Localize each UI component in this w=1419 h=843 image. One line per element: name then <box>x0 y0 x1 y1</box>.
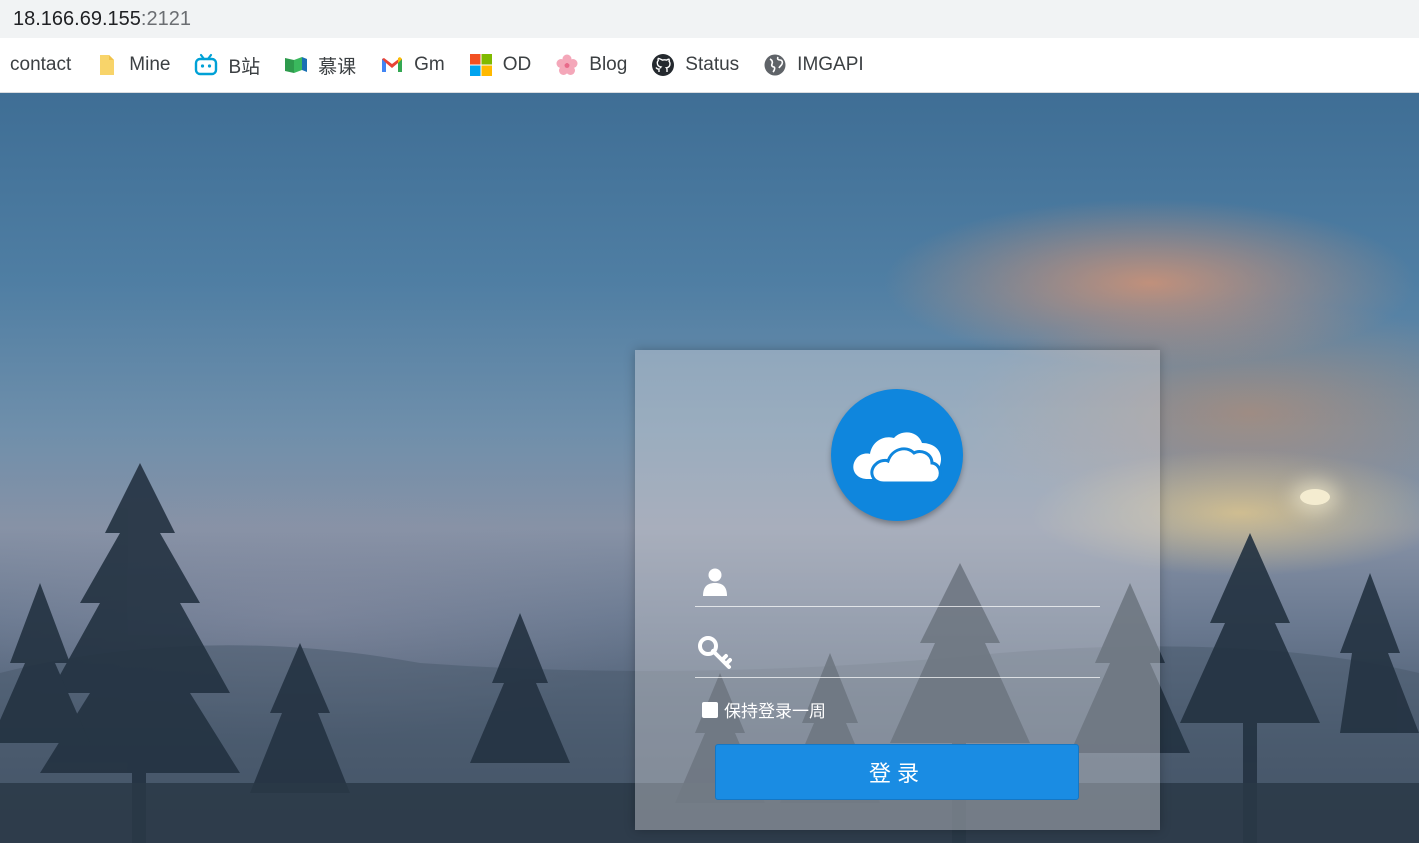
bookmark-label: OD <box>502 54 532 75</box>
bookmark-contact[interactable]: contact <box>10 45 71 85</box>
bookmark-label: Gm <box>414 54 445 75</box>
bookmark-label: contact <box>10 54 72 75</box>
remember-checkbox[interactable] <box>702 701 718 718</box>
bookmark-label: Blog <box>589 54 628 75</box>
key-icon <box>697 635 733 671</box>
bookmark-gmail[interactable]: Gm <box>380 45 445 85</box>
bookmark-label: IMGAPI <box>797 54 864 75</box>
bookmark-status[interactable]: Status <box>651 45 739 85</box>
password-input[interactable] <box>733 632 1100 673</box>
bookmark-mooc[interactable]: 慕课 <box>284 45 356 85</box>
address-bar[interactable]: 18.166.69.155:2121 <box>0 0 1419 38</box>
bookmark-bilibili[interactable]: B站 <box>194 45 260 85</box>
bookmark-blog[interactable]: Blog <box>555 45 627 85</box>
username-field <box>695 557 1100 607</box>
folder-icon <box>95 53 119 77</box>
address-port: :2121 <box>140 7 191 30</box>
bookmark-label: Status <box>685 54 740 75</box>
gmail-icon <box>380 53 404 77</box>
globe-icon <box>763 53 787 77</box>
remember-label: 保持登录一周 <box>724 702 826 722</box>
microsoft-icon <box>469 53 493 77</box>
bookmark-mine[interactable]: Mine <box>95 45 170 85</box>
bookmark-imgapi[interactable]: IMGAPI <box>763 45 864 85</box>
username-input[interactable] <box>733 561 1100 602</box>
user-icon <box>697 564 733 600</box>
cloud-icon <box>853 432 942 485</box>
login-panel: 保持登录一周 登录 <box>635 350 1160 830</box>
book-icon <box>284 53 308 77</box>
remember-me[interactable]: 保持登录一周 <box>702 697 826 722</box>
bilibili-icon <box>194 53 218 77</box>
bookmark-label: Mine <box>129 54 171 75</box>
github-icon <box>651 53 675 77</box>
bookmark-label: 慕课 <box>318 56 357 78</box>
cloud-logo <box>831 389 963 521</box>
login-button[interactable]: 登录 <box>715 744 1079 800</box>
bookmark-od[interactable]: OD <box>469 45 532 85</box>
password-field <box>695 628 1100 678</box>
address-host: 18.166.69.155 <box>13 7 141 30</box>
bookmarks-bar: contact Mine B站 慕课 Gm OD Blog Status IMG… <box>0 38 1419 93</box>
flower-icon <box>555 53 579 77</box>
bookmark-label: B站 <box>228 56 261 78</box>
